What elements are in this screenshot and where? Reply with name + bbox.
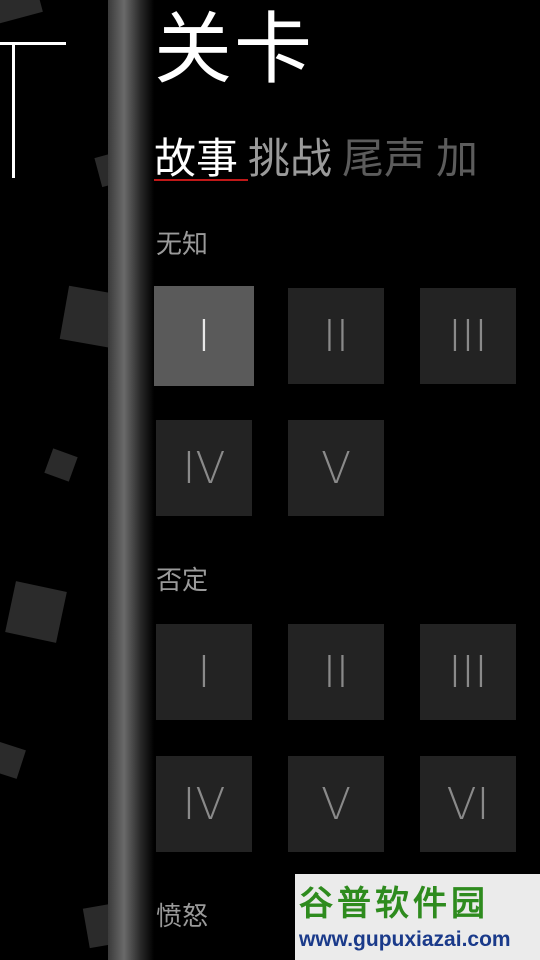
level-button[interactable]: III [420, 288, 516, 384]
level-button[interactable]: I [154, 286, 254, 386]
floating-square [0, 0, 43, 28]
floating-square [59, 285, 110, 349]
floating-square [82, 901, 110, 949]
section-label-ignorance: 无知 [156, 230, 209, 260]
level-button[interactable]: II [288, 288, 384, 384]
level-button[interactable]: IV [156, 420, 252, 516]
watermark-logo: 谷普软件园 [299, 884, 489, 924]
level-button[interactable]: V [288, 756, 384, 852]
tab-challenge[interactable]: 挑战 [248, 132, 332, 186]
watermark-url: www.gupuxiazai.com [299, 928, 511, 951]
level-button[interactable]: II [288, 624, 384, 720]
level-button[interactable]: IV [156, 756, 252, 852]
tab-bar: 故事 挑战 尾声 加 [154, 132, 478, 186]
tab-extra[interactable]: 加 [436, 132, 478, 186]
active-tab-underline [154, 179, 248, 181]
background-layer [0, 0, 110, 960]
watermark: 谷普软件园 www.gupuxiazai.com [295, 874, 540, 960]
game-screen: 关卡 故事 挑战 尾声 加 无知 I II III IV V 否定 I II I… [0, 0, 540, 960]
floating-square [44, 448, 78, 482]
section-label-denial: 否定 [156, 566, 209, 596]
tab-epilogue[interactable]: 尾声 [342, 132, 426, 186]
floating-square [5, 581, 67, 643]
t-shape-icon [0, 40, 66, 180]
panel-divider-shadow [108, 0, 154, 960]
level-button[interactable]: VI [420, 756, 516, 852]
floating-square [0, 741, 26, 779]
page-title: 关卡 [154, 5, 315, 95]
level-button[interactable]: I [156, 624, 252, 720]
level-button[interactable]: III [420, 624, 516, 720]
tab-story[interactable]: 故事 [154, 132, 238, 186]
level-select-panel: 关卡 故事 挑战 尾声 加 无知 I II III IV V 否定 I II I… [154, 0, 540, 960]
section-label-anger: 愤怒 [156, 902, 209, 932]
level-button[interactable]: V [288, 420, 384, 516]
